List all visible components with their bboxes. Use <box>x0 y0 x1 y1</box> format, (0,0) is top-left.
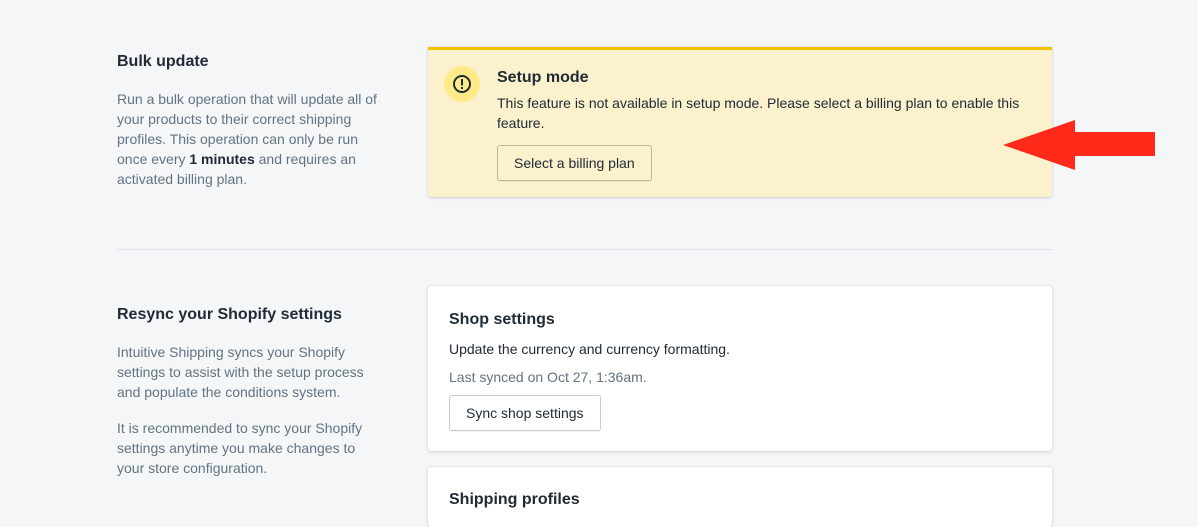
shop-settings-text: Update the currency and currency formatt… <box>449 341 730 357</box>
shipping-profiles-card: Shipping profiles <box>428 467 1052 527</box>
red-arrow-left-icon <box>1003 120 1155 170</box>
exclamation-circle-icon <box>444 66 480 102</box>
banner-text: This feature is not available in setup m… <box>497 95 1020 131</box>
bulk-update-interval: 1 minutes <box>189 151 255 167</box>
bulk-update-title: Bulk update <box>117 53 209 70</box>
resync-title: Resync your Shopify settings <box>117 306 342 323</box>
bulk-update-description: Run a bulk operation that will update al… <box>117 89 379 189</box>
resync-description-2: It is recommended to sync your Shopify s… <box>117 420 363 476</box>
last-synced-text: Last synced on Oct 27, 1:36am. <box>449 369 647 385</box>
resync-description-1: Intuitive Shipping syncs your Shopify se… <box>117 344 364 400</box>
sync-shop-settings-button[interactable]: Sync shop settings <box>449 395 601 431</box>
shipping-profiles-title: Shipping profiles <box>449 491 580 508</box>
shop-settings-card: Shop settings Update the currency and cu… <box>428 286 1052 451</box>
banner-title: Setup mode <box>497 69 589 86</box>
select-billing-plan-button[interactable]: Select a billing plan <box>497 145 652 181</box>
section-divider <box>117 249 1052 250</box>
shop-settings-title: Shop settings <box>449 311 555 328</box>
setup-mode-banner: Setup mode This feature is not available… <box>428 47 1052 197</box>
